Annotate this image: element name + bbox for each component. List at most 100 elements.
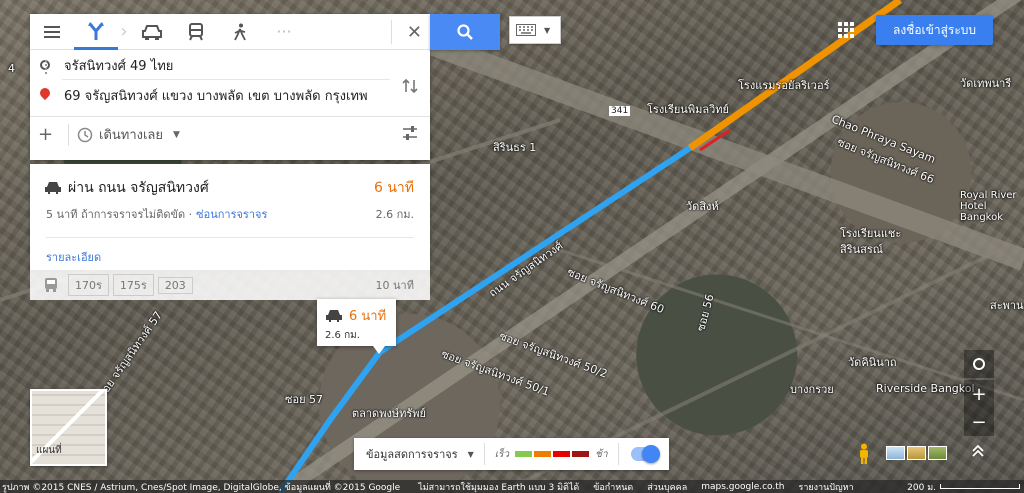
- caret-down-icon[interactable]: ▼: [173, 130, 180, 140]
- street-view-person-icon: [860, 443, 868, 464]
- mode-more-tab[interactable]: ···: [262, 14, 306, 50]
- sign-in-button[interactable]: ลงชื่อเข้าสู่ระบบ: [876, 15, 993, 45]
- waypoint-connector: [45, 60, 47, 74]
- map-label-hotel: โรงแรมรอยัลริเวอร์: [738, 79, 830, 92]
- map-label-wat-sing: วัดสิงห์: [686, 200, 719, 213]
- separator: [617, 443, 619, 465]
- route-distance: 2.6 กม.: [375, 208, 414, 221]
- origin-input[interactable]: จรัสนิทวงศ์ 49 ไทย: [64, 55, 384, 76]
- map-label-bang-kruai: บางกรวย: [790, 383, 834, 396]
- close-directions-button[interactable]: ✕: [407, 22, 422, 43]
- footer-terms-link[interactable]: ข้อกำหนด: [593, 480, 633, 493]
- caret-down-icon[interactable]: ▼: [468, 450, 474, 459]
- footer-report-link[interactable]: รายงานปัญหา: [799, 480, 854, 493]
- mode-driving-tab[interactable]: [130, 14, 174, 50]
- traffic-legend-fast: [515, 451, 533, 457]
- hide-traffic-link[interactable]: ซ่อนการจราจร: [196, 205, 267, 223]
- map-label-wat-kininat: วัดคินินาถ: [848, 356, 897, 369]
- zoom-in-button[interactable]: +: [964, 380, 994, 408]
- separator: [68, 123, 69, 146]
- route-detail-row: 5 นาที ถ้าการจราจรไม่ติดขัด · ซ่อนการจรา…: [30, 199, 430, 223]
- traffic-slow-label: ช้า: [595, 448, 608, 460]
- zoom-control: + −: [964, 380, 994, 436]
- zoom-out-button[interactable]: −: [964, 408, 994, 436]
- mode-walking-tab[interactable]: [218, 14, 262, 50]
- map-label-soi4: 4: [8, 62, 15, 75]
- apps-grid-icon[interactable]: [838, 22, 854, 38]
- chevron-up-double-icon: [972, 444, 984, 457]
- train-icon: [189, 22, 203, 40]
- destination-input[interactable]: 69 จรัญสนิทวงศ์ แขวง บางพลัด เขต บางพลัด…: [64, 85, 384, 106]
- imagery-thumb-1[interactable]: [886, 446, 905, 460]
- transit-time: 10 นาที: [375, 279, 414, 292]
- transit-option-row[interactable]: 170ร 175ร 203 10 นาที: [30, 270, 430, 300]
- bubble-time: 6 นาที: [349, 309, 387, 324]
- map-label-sirinthorn: สิรินธร 1: [493, 141, 537, 154]
- transit-line-badge: 175ร: [112, 274, 154, 296]
- pegman-icon[interactable]: [858, 443, 870, 470]
- menu-button[interactable]: [30, 14, 74, 50]
- car-icon: [45, 182, 61, 194]
- route-info-bubble[interactable]: 6 นาที 2.6 กม.: [317, 299, 396, 354]
- scale-bar: 200 ม.: [899, 480, 1020, 493]
- chevron-right-icon: ›: [120, 21, 128, 42]
- directions-panel: › ··· ✕ จรัสนิทวงศ์ 49 ไทย 69 จรัญสนิทวง…: [30, 14, 430, 160]
- swap-waypoints-button[interactable]: [402, 78, 418, 98]
- input-tools-button[interactable]: ▼: [509, 16, 561, 44]
- swap-arrows-icon: [402, 78, 418, 94]
- separator: [483, 443, 485, 465]
- map-type-toggle[interactable]: แผนที่: [30, 389, 107, 466]
- add-destination-button[interactable]: +: [38, 124, 60, 145]
- map-footer: รูปภาพ ©2015 CNES / Astrium, Cnes/Spot I…: [0, 480, 1024, 493]
- my-location-button[interactable]: [964, 350, 994, 378]
- transit-line-badge: 203: [157, 276, 193, 294]
- search-button[interactable]: [430, 14, 500, 50]
- footer-domain[interactable]: maps.google.co.th: [701, 482, 784, 492]
- bus-icon: [45, 278, 57, 292]
- map-label-bridge: สะพาน: [990, 299, 1024, 312]
- mode-transit-tab[interactable]: [174, 14, 218, 50]
- traffic-note: 5 นาที ถ้าการจราจรไม่ติดขัด ·: [46, 208, 193, 221]
- footer-earth-note: ไม่สามารถใช้มุมมอง Earth แบบ 3 มิติได้: [418, 482, 580, 493]
- map-label-royal-river: Royal River Hotel Bangkok: [960, 190, 1017, 223]
- clock-icon: [77, 127, 93, 142]
- route-result-card[interactable]: ผ่าน ถนน จรัญสนิทวงศ์ 6 นาที 5 นาที ถ้าก…: [30, 164, 430, 270]
- map-label-market: ตลาดพงษ์ทรัพย์: [352, 407, 426, 420]
- sliders-icon: [403, 125, 417, 140]
- route-time: 6 นาที: [373, 180, 414, 196]
- car-icon: [142, 24, 162, 40]
- traffic-legend-slow: [553, 451, 571, 457]
- map-label-school: โรงเรียนพิมลวิทย์: [647, 103, 729, 116]
- map-label-temple: วัดเทพนารี: [960, 77, 1012, 90]
- route-options-button[interactable]: [402, 125, 418, 145]
- location-icon: [973, 358, 985, 370]
- caret-down-icon: ▼: [544, 25, 551, 35]
- imagery-thumb-2[interactable]: [907, 446, 926, 460]
- hamburger-icon: [44, 25, 60, 38]
- separator: [391, 20, 392, 44]
- expand-imagery-button[interactable]: [972, 444, 984, 462]
- leave-now-dropdown[interactable]: เดินทางเลย: [99, 124, 163, 145]
- footer-privacy-link[interactable]: ส่วนบุคคล: [647, 480, 687, 493]
- map-type-label: แผนที่: [36, 445, 62, 456]
- live-traffic-panel: ข้อมูลสดการจราจร ▼ เร็ว ช้า: [354, 438, 669, 470]
- traffic-toggle-switch[interactable]: [631, 445, 660, 463]
- traffic-layer-dropdown[interactable]: ข้อมูลสดการจราจร: [366, 445, 458, 463]
- walk-icon: [234, 23, 246, 40]
- imagery-thumb-3[interactable]: [928, 446, 947, 460]
- map-label-soi57: ซอย 57: [285, 393, 324, 406]
- imagery-thumbnails: [886, 446, 947, 460]
- traffic-fast-label: เร็ว: [494, 448, 510, 460]
- traffic-legend-jam: [572, 451, 590, 457]
- destination-pin-icon: [40, 88, 50, 102]
- mode-best-route-tab[interactable]: [74, 14, 118, 50]
- scale-label: 200 ม.: [907, 482, 936, 493]
- bubble-distance: 2.6 กม.: [325, 330, 360, 341]
- transit-line-badge: 170ร: [68, 274, 109, 296]
- keyboard-icon: [516, 24, 536, 36]
- fork-route-icon: [88, 22, 104, 40]
- bubble-row: 6 นาที: [325, 305, 388, 326]
- map-label-sirinsorn: สิรินสรณ์: [840, 243, 883, 256]
- search-icon: [457, 24, 473, 40]
- map-label-riverside: Riverside Bangkol: [876, 382, 975, 395]
